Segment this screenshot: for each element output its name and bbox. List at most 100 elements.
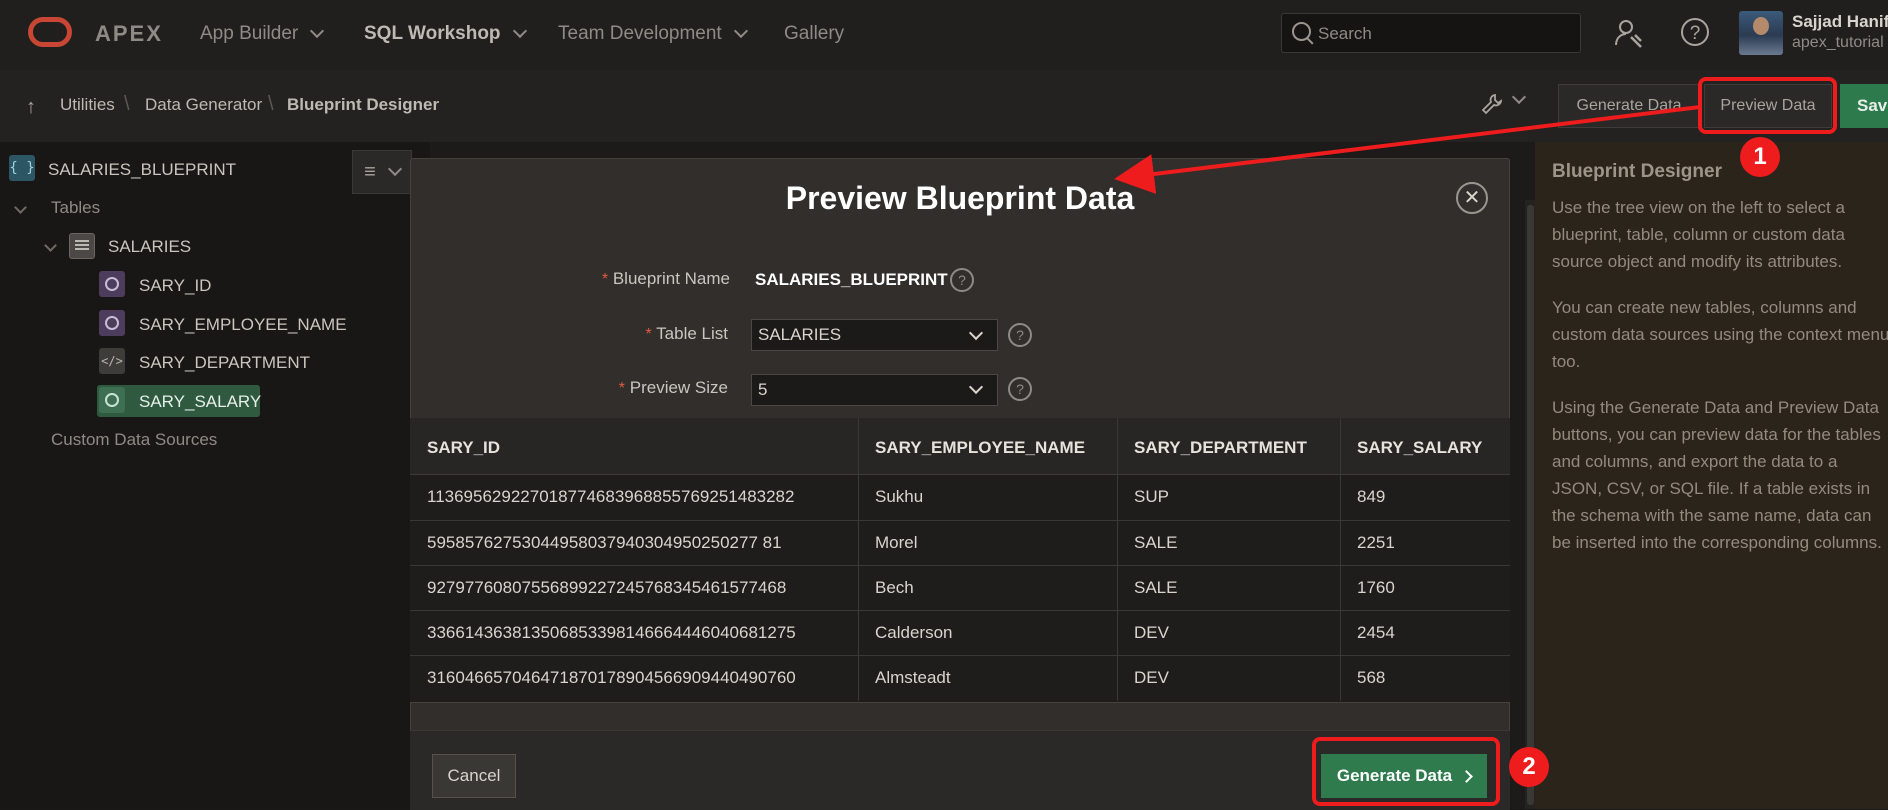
grid-header-cell[interactable]: SARY_SALARY <box>1357 438 1482 458</box>
grid-cell[interactable]: 59585762753044958037940304950250277 81 <box>427 533 782 553</box>
blueprint-name-label: * Blueprint Name <box>540 269 730 289</box>
annotation-arrow <box>1114 105 1701 194</box>
chevron-down-icon <box>387 161 402 177</box>
grid-cell[interactable]: 113695629227018774683968855769251483282 <box>427 487 794 507</box>
cancel-button[interactable]: Cancel <box>432 754 516 798</box>
apex-brand[interactable]: APEX <box>95 21 163 47</box>
grid-cell[interactable]: Sukhu <box>875 487 923 507</box>
grid-cell[interactable]: SALE <box>1134 578 1177 598</box>
blueprint-name-label-text: Blueprint Name <box>612 269 730 288</box>
grid-header-cell[interactable]: SARY_ID <box>427 438 500 458</box>
tree-node-column-selected[interactable]: SARY_SALARY <box>139 392 261 412</box>
help-icon[interactable]: ? <box>950 268 974 292</box>
tree-node-blueprint[interactable]: SALARIES_BLUEPRINT <box>48 160 236 180</box>
help-icon[interactable]: ? <box>1008 377 1032 401</box>
table-list-label: * Table List <box>540 324 728 344</box>
grid-cell[interactable]: DEV <box>1134 623 1169 643</box>
blueprint-name-value: SALARIES_BLUEPRINT <box>755 270 948 289</box>
breadcrumb-data-generator[interactable]: Data Generator <box>145 95 262 115</box>
table-list-label-text: Table List <box>656 324 728 343</box>
administration-icon[interactable] <box>1613 17 1645 49</box>
search-icon <box>1292 22 1311 41</box>
tree-node-custom-data-sources[interactable]: Custom Data Sources <box>51 430 217 450</box>
column-icon <box>99 271 125 297</box>
grid-cell[interactable]: 316046657046471870178904566909440490760 <box>427 668 796 688</box>
code-icon: </> <box>99 348 125 374</box>
help-icon[interactable]: ? <box>1681 18 1709 46</box>
grid-cell[interactable]: 849 <box>1357 487 1385 507</box>
nav-team-development[interactable]: Team Development <box>558 23 748 45</box>
avatar[interactable] <box>1739 11 1783 55</box>
chevron-down-icon <box>512 23 527 39</box>
required-marker: * <box>618 380 625 397</box>
oracle-logo-icon[interactable] <box>28 17 72 47</box>
preview-size-label: * Preview Size <box>540 378 728 398</box>
breadcrumb-separator: \ <box>268 93 274 115</box>
grid-cell[interactable]: SALE <box>1134 533 1177 553</box>
grid-cell[interactable]: Bech <box>875 578 914 598</box>
grid-cell[interactable]: Calderson <box>875 623 953 643</box>
breadcrumb-current: Blueprint Designer <box>287 95 440 114</box>
grid-divider <box>410 610 1510 611</box>
breadcrumb-separator: \ <box>124 93 130 115</box>
tree-node-column[interactable]: SARY_DEPARTMENT <box>139 353 310 373</box>
nav-gallery-label: Gallery <box>784 23 845 44</box>
blueprint-icon: { } <box>9 155 35 181</box>
help-paragraph: Using the Generate Data and Preview Data… <box>1552 398 1882 552</box>
scrollbar-thumb[interactable] <box>1527 205 1534 805</box>
grid-divider <box>410 655 1510 656</box>
annotation-highlight-generate <box>1312 737 1500 806</box>
grid-divider <box>410 520 1510 521</box>
preview-size-label-text: Preview Size <box>629 378 728 397</box>
nav-app-builder-label: App Builder <box>200 23 299 44</box>
required-marker: * <box>645 326 652 343</box>
table-list-select[interactable]: SALARIES <box>751 319 998 351</box>
preview-size-select[interactable]: 5 <box>751 374 998 406</box>
grid-divider <box>1117 418 1118 701</box>
save-button[interactable]: Save <box>1840 84 1888 128</box>
column-icon <box>99 310 125 336</box>
nav-team-development-label: Team Development <box>558 23 722 44</box>
grid-divider <box>858 418 859 701</box>
help-paragraph: You can create new tables, columns and c… <box>1552 298 1888 371</box>
column-icon <box>99 387 125 413</box>
nav-sql-workshop[interactable]: SQL Workshop <box>364 23 527 45</box>
up-arrow-icon[interactable]: ↑ <box>26 96 36 119</box>
preview-size-select-value: 5 <box>758 380 768 399</box>
grid-cell[interactable]: 2251 <box>1357 533 1395 553</box>
chevron-down-icon <box>310 23 325 39</box>
annotation-step-1: 1 <box>1740 137 1780 177</box>
grid-cell[interactable]: 2454 <box>1357 623 1395 643</box>
grid-divider <box>410 565 1510 566</box>
required-marker: * <box>601 271 609 288</box>
grid-cell[interactable]: 568 <box>1357 668 1385 688</box>
grid-header-cell[interactable]: SARY_DEPARTMENT <box>1134 438 1307 458</box>
grid-cell[interactable]: 336614363813506853398146664446040681275 <box>427 623 796 643</box>
tree-panel <box>0 142 430 809</box>
user-name[interactable]: Sajjad Hanif <box>1792 12 1888 32</box>
grid-cell[interactable]: Morel <box>875 533 918 553</box>
grid-header-cell[interactable]: SARY_EMPLOYEE_NAME <box>875 438 1085 458</box>
grid-cell[interactable]: DEV <box>1134 668 1169 688</box>
tree-node-column[interactable]: SARY_ID <box>139 276 211 296</box>
tree-node-table[interactable]: SALARIES <box>108 237 191 257</box>
breadcrumb-utilities[interactable]: Utilities <box>60 95 115 115</box>
help-paragraph: Use the tree view on the left to select … <box>1552 198 1845 271</box>
annotation-step-2: 2 <box>1509 747 1549 787</box>
tree-node-column[interactable]: SARY_EMPLOYEE_NAME <box>139 315 347 335</box>
grid-cell[interactable]: SUP <box>1134 487 1169 507</box>
grid-cell[interactable]: Almsteadt <box>875 668 951 688</box>
help-icon[interactable]: ? <box>1008 323 1032 347</box>
search-placeholder: Search <box>1318 24 1372 43</box>
table-icon <box>69 233 95 259</box>
nav-gallery[interactable]: Gallery <box>784 23 844 45</box>
tree-menu-button[interactable]: ≡ <box>352 150 412 194</box>
annotation-highlight-preview <box>1698 77 1837 134</box>
chevron-down-icon <box>733 23 748 39</box>
grid-cell[interactable]: 1760 <box>1357 578 1395 598</box>
menu-icon: ≡ <box>364 160 376 183</box>
nav-app-builder[interactable]: App Builder <box>200 23 325 45</box>
grid-divider <box>1340 418 1341 701</box>
grid-cell[interactable]: 92797760807556899227245768345461577468 <box>427 578 786 598</box>
tree-node-tables[interactable]: Tables <box>51 198 100 218</box>
